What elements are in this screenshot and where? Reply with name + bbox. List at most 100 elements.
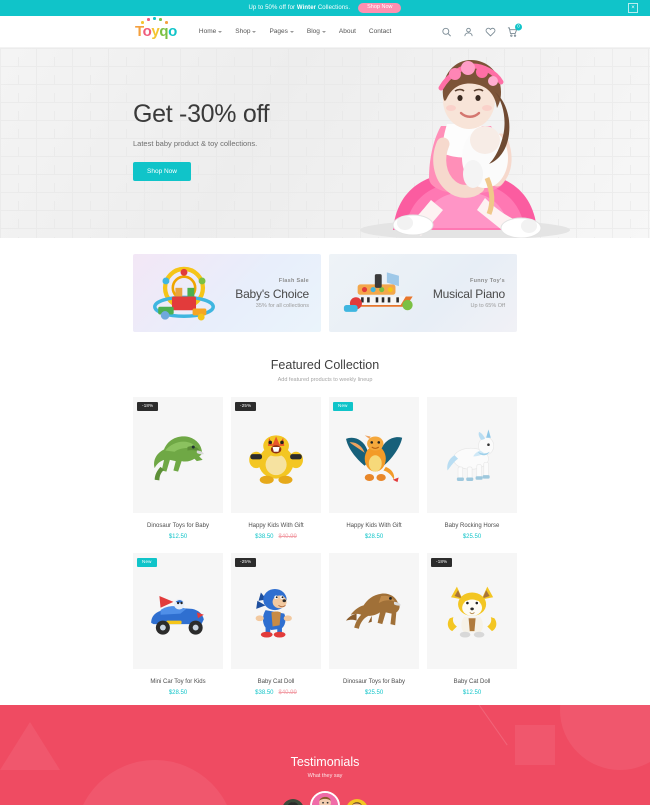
avatar[interactable] bbox=[346, 799, 368, 805]
hero-subtitle: Latest baby product & toy collections. bbox=[133, 139, 258, 148]
product-price: $12.50 bbox=[462, 690, 482, 696]
product-thumbnail[interactable] bbox=[427, 397, 517, 513]
product-old-price: $40.99 bbox=[278, 534, 297, 540]
product-info: Baby Cat Doll $12.50 bbox=[427, 669, 517, 709]
nav-item-blog[interactable]: Blog bbox=[307, 28, 326, 35]
nav-label: Contact bbox=[368, 28, 392, 35]
product-info: Baby Cat Doll $38.50 $40.99 bbox=[231, 669, 321, 709]
nav-item-pages[interactable]: Pages bbox=[269, 28, 294, 35]
product-prices: $28.50 bbox=[329, 534, 419, 540]
product-grid: -18% Dinosaur Toys for Baby $12.50 -25% bbox=[0, 383, 650, 709]
product-thumbnail[interactable]: New bbox=[329, 397, 419, 513]
product-thumbnail[interactable]: New bbox=[133, 553, 223, 669]
nav-item-about[interactable]: About bbox=[339, 28, 356, 35]
promo-kicker: Funny Toy's bbox=[469, 277, 505, 284]
testimonials-subtitle: What they say bbox=[307, 773, 343, 779]
chevron-down-icon bbox=[218, 30, 223, 33]
hero-girl-image bbox=[360, 60, 570, 238]
nav-label: Home bbox=[198, 28, 217, 35]
product-name: Baby Rocking Horse bbox=[444, 523, 500, 529]
header-icon-group: 0 bbox=[441, 23, 522, 37]
product-price: $25.50 bbox=[462, 534, 482, 540]
page-title: Featured Collection bbox=[270, 358, 380, 372]
nav-label: Shop bbox=[235, 28, 251, 35]
new-badge: New bbox=[137, 558, 157, 567]
green-dinosaur-icon bbox=[153, 436, 204, 481]
site-header: Toyqo Home Shop Pages Blog About Contact bbox=[0, 16, 650, 48]
product-name: Baby Cat Doll bbox=[453, 679, 491, 685]
product-price: $38.50 bbox=[255, 690, 274, 696]
product-prices: $25.50 bbox=[427, 534, 517, 540]
promo-banner-musical-piano[interactable]: Funny Toy's Musical Piano Up to 65% Off bbox=[329, 254, 517, 332]
product-prices: $38.50 $40.99 bbox=[231, 534, 321, 540]
discount-badge: -25% bbox=[235, 402, 257, 411]
product-price: $28.50 bbox=[168, 690, 188, 696]
announcement-text-bold: Winter bbox=[296, 5, 317, 11]
testimonials-content: Testimonials What they say bbox=[0, 723, 650, 805]
product-thumbnail[interactable]: -18% bbox=[133, 397, 223, 513]
announcement-text-before: Up to 50% off for bbox=[248, 5, 297, 11]
hero-copy: Get -30% off Latest baby product & toy c… bbox=[133, 100, 270, 181]
discount-badge: -25% bbox=[235, 558, 257, 567]
product-prices: $12.50 bbox=[427, 690, 517, 696]
promo-banner-babys-choice[interactable]: Flash Sale Baby's Choice 35% for all col… bbox=[133, 254, 321, 332]
product-thumbnail[interactable]: -25% bbox=[231, 397, 321, 513]
product-card[interactable]: New Mini Car Toy for Kids $28.50 bbox=[133, 553, 223, 709]
testimonials-title: Testimonials bbox=[290, 755, 360, 769]
new-badge: New bbox=[333, 402, 353, 411]
product-thumbnail[interactable] bbox=[329, 553, 419, 669]
product-card[interactable]: New Happy Kids With Gift $28.50 bbox=[329, 397, 419, 553]
search-icon[interactable] bbox=[441, 26, 452, 37]
product-price: $28.50 bbox=[364, 534, 384, 540]
nav-label: About bbox=[338, 28, 356, 35]
site-logo[interactable]: Toyqo bbox=[135, 17, 177, 40]
avatar[interactable] bbox=[310, 791, 340, 805]
nav-item-shop[interactable]: Shop bbox=[235, 28, 257, 35]
close-icon[interactable]: × bbox=[628, 3, 638, 13]
chevron-down-icon bbox=[252, 30, 257, 33]
nav-item-contact[interactable]: Contact bbox=[369, 28, 391, 35]
nav-item-home[interactable]: Home bbox=[198, 28, 223, 35]
product-thumbnail[interactable]: -25% bbox=[231, 553, 321, 669]
promo-banner-row: Flash Sale Baby's Choice 35% for all col… bbox=[0, 238, 650, 332]
product-prices: $28.50 bbox=[133, 690, 223, 696]
yellow-monster-icon bbox=[249, 435, 303, 484]
announcement-shop-now-button[interactable]: Shop Now bbox=[358, 2, 402, 14]
product-card[interactable]: -18% Baby Cat Doll $12.50 bbox=[427, 553, 517, 709]
promo-note: Up to 65% Off bbox=[470, 302, 505, 309]
white-unicorn-icon bbox=[447, 429, 494, 481]
product-name: Dinosaur Toys for Baby bbox=[147, 523, 209, 529]
product-prices: $12.50 bbox=[133, 534, 223, 540]
product-card[interactable]: -25% Baby Cat Doll $38.50 $40.99 bbox=[231, 553, 321, 709]
hero-shop-now-button[interactable]: Shop Now bbox=[133, 162, 191, 181]
product-thumbnail[interactable]: -18% bbox=[427, 553, 517, 669]
product-card[interactable]: Dinosaur Toys for Baby $25.50 bbox=[329, 553, 419, 709]
promo-title: Musical Piano bbox=[432, 286, 505, 301]
discount-badge: -18% bbox=[137, 402, 159, 411]
testimonial-avatar-list bbox=[0, 791, 650, 805]
avatar[interactable] bbox=[282, 799, 304, 805]
logo-dots-icon bbox=[139, 17, 179, 25]
chevron-down-icon bbox=[321, 30, 326, 33]
product-card[interactable]: -25% Happy Kids With Gift $38.50 $40.99 bbox=[231, 397, 321, 553]
product-info: Mini Car Toy for Kids $28.50 bbox=[133, 669, 223, 709]
product-name: Baby Cat Doll bbox=[257, 679, 295, 685]
hero-title: Get -30% off bbox=[133, 100, 270, 128]
featured-section-heading: Featured Collection Add featured product… bbox=[0, 332, 650, 383]
promo-banner-text: Flash Sale Baby's Choice 35% for all col… bbox=[235, 278, 309, 309]
promo-title: Baby's Choice bbox=[235, 286, 309, 301]
product-card[interactable]: -18% Dinosaur Toys for Baby $12.50 bbox=[133, 397, 223, 553]
product-price: $12.50 bbox=[168, 534, 188, 540]
product-info: Dinosaur Toys for Baby $12.50 bbox=[133, 513, 223, 553]
nav-label: Pages bbox=[269, 28, 288, 35]
product-card[interactable]: Baby Rocking Horse $25.50 bbox=[427, 397, 517, 553]
blue-race-car-icon bbox=[151, 595, 204, 635]
wishlist-heart-icon[interactable] bbox=[485, 26, 496, 37]
discount-badge: -18% bbox=[431, 558, 453, 567]
site-logo-text: Toyqo bbox=[135, 23, 177, 40]
product-prices: $25.50 bbox=[329, 690, 419, 696]
announcement-text: Up to 50% off for Winter Collections. bbox=[249, 5, 351, 11]
product-name: Happy Kids With Gift bbox=[248, 523, 304, 529]
user-icon[interactable] bbox=[463, 26, 474, 37]
cart-icon[interactable]: 0 bbox=[507, 23, 522, 37]
